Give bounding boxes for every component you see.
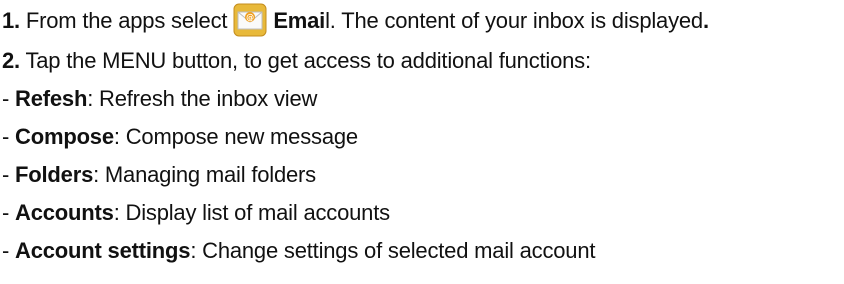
list-dash: - (2, 124, 16, 149)
list-desc: : Change settings of selected mail accou… (190, 238, 596, 263)
list-term: Compose (15, 124, 114, 149)
list-item-compose: - Compose: Compose new message (2, 118, 842, 156)
email-app-label: Emai (273, 8, 326, 33)
list-desc: : Managing mail folders (93, 162, 316, 187)
step-number: 1. (2, 8, 20, 33)
list-item-folders: - Folders: Managing mail folders (2, 156, 842, 194)
step-text: Tap the MENU button, to get access to ad… (25, 48, 591, 73)
step-text: From the apps select (25, 8, 228, 33)
list-term: Account settings (15, 238, 191, 263)
list-item-refresh: - Refesh: Refresh the inbox view (2, 80, 842, 118)
instructions: 1. From the apps select @ Email. The con… (2, 0, 842, 270)
step-number: 2. (2, 48, 20, 73)
list-item-account-settings: - Account settings: Change settings of s… (2, 232, 842, 270)
list-term: Folders (15, 162, 94, 187)
list-term: Accounts (15, 200, 114, 225)
list-dash: - (2, 86, 16, 111)
list-desc: : Compose new message (113, 124, 358, 149)
list-item-accounts: - Accounts: Display list of mail account… (2, 194, 842, 232)
email-app-icon: @ (233, 3, 267, 37)
svg-text:@: @ (246, 13, 254, 22)
list-dash: - (2, 200, 16, 225)
list-desc: : Display list of mail accounts (113, 200, 390, 225)
list-dash: - (2, 238, 16, 263)
step-1: 1. From the apps select @ Email. The con… (2, 0, 842, 42)
list-term: Refesh (15, 86, 88, 111)
step-text-after: l. The content of your inbox is displaye… (325, 8, 703, 33)
step-end-punct: . (702, 8, 709, 33)
list-desc: : Refresh the inbox view (87, 86, 318, 111)
step-2: 2. Tap the MENU button, to get access to… (2, 42, 842, 80)
list-dash: - (2, 162, 16, 187)
